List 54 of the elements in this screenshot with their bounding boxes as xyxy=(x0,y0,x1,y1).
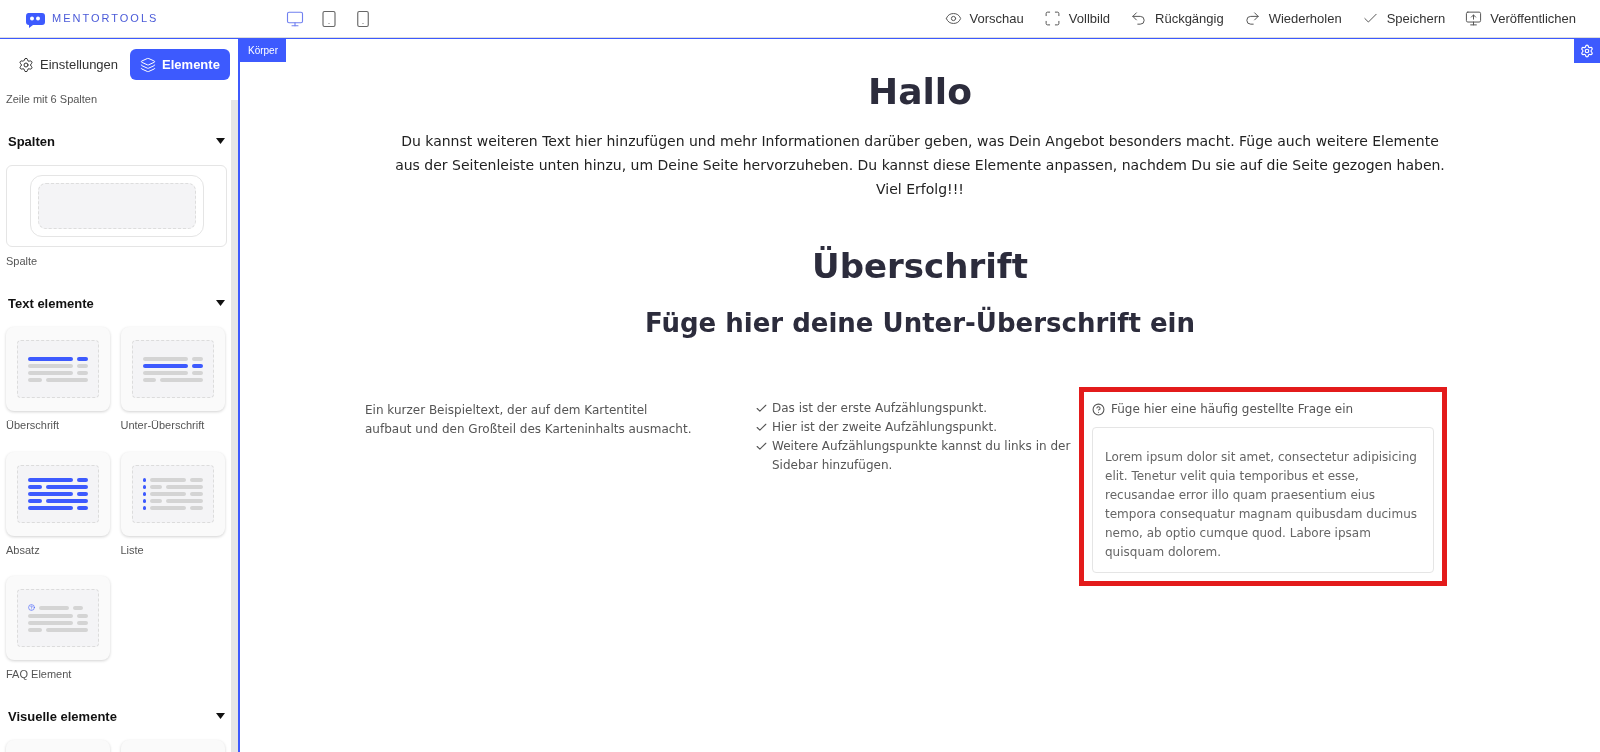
check-icon xyxy=(755,402,768,415)
element-card[interactable] xyxy=(6,451,110,536)
element-label: Zeile mit 6 Spalten xyxy=(6,92,99,107)
section-title: Visuelle elemente xyxy=(8,707,117,726)
bullet-text: Das ist der erste Aufzählungspunkt. xyxy=(772,400,987,417)
intro-paragraph: Du kannst weiteren Text hier hinzufügen und mehr Informationen darüber geben, was Dein Angebot besonders macht. Füge auch weitere Elemente aus der Seitenleiste unten hinzu, um Deine Seite hervorzuheben. Du kannst diese Elemente anpassen, nachdem Du sie auf die Seite gezogen haben. Viel Erfolg!!! xyxy=(394,132,1446,199)
subheading: Füge hier deine Unter-Überschrift ein xyxy=(645,305,1195,340)
check-icon xyxy=(755,421,768,434)
expand-icon xyxy=(1043,10,1061,27)
scrollbar[interactable] xyxy=(231,100,238,752)
element-card[interactable] xyxy=(120,327,225,411)
section-title: Spalten xyxy=(8,132,55,151)
element-label: FAQ Element xyxy=(6,667,73,682)
card-text: Ein kurzer Beispieltext, der auf dem Kartentitel aufbaut und den Großteil des Karteninhalts ausmacht. xyxy=(365,402,693,438)
toolbar-button[interactable]: Wiederholen xyxy=(1243,8,1342,29)
bullet-text: Weitere Aufzählungspunkte kannst du links in der Sidebar hinzufügen. xyxy=(772,438,1072,474)
desktop-icon[interactable] xyxy=(286,9,304,28)
faq-answer: Lorem ipsum dolor sit amet, consectetur adipisicing elit. Tenetur velit quia temporibus et esse, recusandae error illo quam praesentium eius tempora consequatur magnam quibusdam ducimus nemo, ab optio cumque quod. Labore ipsam quisquam dolorem. xyxy=(1092,427,1434,573)
toolbar-button[interactable]: Veröffentlichen xyxy=(1465,8,1576,29)
logo-text: MENTORTOOLS xyxy=(52,11,159,27)
settings-icon xyxy=(18,56,34,73)
section-title: Text elemente xyxy=(8,294,94,313)
element-label: Überschrift xyxy=(6,418,61,433)
settings-button[interactable] xyxy=(1574,39,1600,63)
settings-icon xyxy=(1580,44,1594,58)
tablet-icon[interactable] xyxy=(320,9,338,28)
undo-icon xyxy=(1130,10,1147,27)
element-label: Liste xyxy=(120,542,145,558)
body-tag: Körper xyxy=(240,39,286,62)
element-label: Absatz xyxy=(6,542,41,558)
caret-icon[interactable] xyxy=(216,138,225,145)
eye-icon xyxy=(944,10,962,27)
element-card[interactable] xyxy=(6,327,110,411)
toolbar-button[interactable]: Rückgängig xyxy=(1130,8,1224,29)
heading: Überschrift xyxy=(812,245,1028,288)
layers-icon xyxy=(140,56,157,73)
faq-question: Füge hier eine häufig gestellte Frage ein xyxy=(1111,401,1354,418)
bullet-text: Hier ist der zweite Aufzählungspunkt. xyxy=(772,419,998,436)
sidebar-tab[interactable]: Einstellungen xyxy=(12,49,125,80)
sidebar-tab[interactable]: Elemente xyxy=(130,49,230,80)
help-icon xyxy=(1092,403,1105,416)
phone-icon[interactable] xyxy=(354,9,372,28)
monitor-icon xyxy=(1465,10,1483,27)
element-label: Spalte xyxy=(6,254,39,269)
page-title: Hallo xyxy=(868,70,972,114)
faq-element[interactable] xyxy=(1079,387,1447,586)
redo-icon xyxy=(1243,10,1261,27)
caret-icon[interactable] xyxy=(216,713,225,720)
toolbar-button[interactable]: Speichern xyxy=(1361,8,1446,29)
caret-icon[interactable] xyxy=(216,300,225,307)
element-label: Unter-Überschrift xyxy=(120,418,206,433)
toolbar-button[interactable]: Vollbild xyxy=(1043,8,1110,29)
check-icon xyxy=(755,440,768,453)
toolbar-button[interactable]: Vorschau xyxy=(944,8,1024,29)
